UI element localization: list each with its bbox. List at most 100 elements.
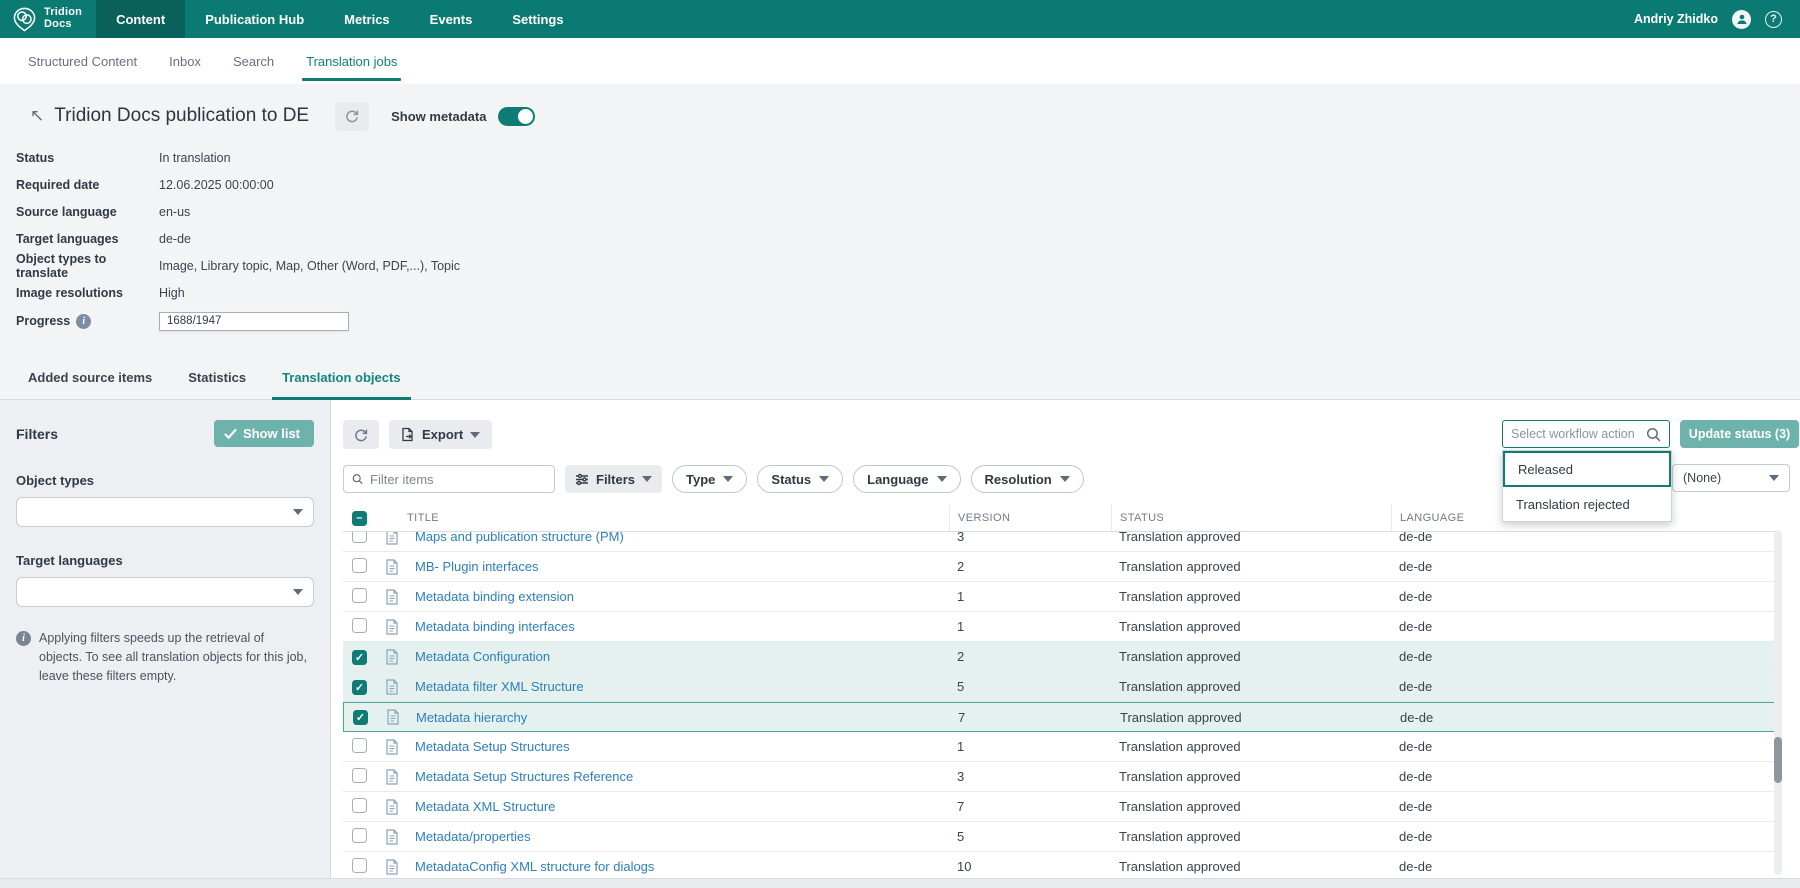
vertical-scrollbar[interactable] (1774, 530, 1782, 875)
row-checkbox[interactable] (352, 558, 367, 573)
metadata-label: Source language (0, 205, 159, 219)
row-checkbox[interactable] (352, 532, 367, 543)
object-title-link[interactable]: MB- Plugin interfaces (415, 559, 539, 574)
chevron-down-icon (470, 432, 480, 438)
workflow-option-translation-rejected[interactable]: Translation rejected (1503, 487, 1671, 521)
show-metadata-toggle[interactable] (498, 107, 535, 126)
row-checkbox[interactable] (353, 710, 368, 725)
object-title-link[interactable]: Metadata Configuration (415, 649, 550, 664)
filters-button[interactable]: Filters (565, 465, 662, 493)
language-cell: de-de (1391, 679, 1776, 694)
select-all-checkbox[interactable] (352, 511, 367, 526)
document-icon (385, 559, 399, 575)
object-title-link[interactable]: Metadata binding interfaces (415, 619, 575, 634)
object-title-link[interactable]: Metadata binding extension (415, 589, 574, 604)
column-header-status[interactable]: STATUS (1111, 505, 1391, 531)
app-logo[interactable]: Tridion Docs (0, 0, 96, 38)
job-tabs: Added source items Statistics Translation … (0, 356, 1800, 400)
row-checkbox[interactable] (352, 650, 367, 665)
tab-added-source-items[interactable]: Added source items (28, 370, 152, 399)
table-row[interactable]: Maps and publication structure (PM) 3 Tr… (343, 532, 1776, 552)
status-cell: Translation approved (1111, 679, 1391, 694)
row-checkbox[interactable] (352, 858, 367, 873)
pill-language[interactable]: Language (853, 465, 960, 493)
workflow-action-input[interactable] (1511, 427, 1640, 441)
object-title-link[interactable]: Metadata/properties (415, 829, 531, 844)
nav-item-content[interactable]: Content (96, 0, 185, 38)
nav-item-metrics[interactable]: Metrics (324, 0, 410, 38)
target-languages-select[interactable] (16, 577, 314, 607)
pill-type[interactable]: Type (672, 465, 747, 493)
row-checkbox[interactable] (352, 680, 367, 695)
row-checkbox[interactable] (352, 828, 367, 843)
object-title-link[interactable]: Metadata Setup Structures Reference (415, 769, 633, 784)
filters-title: Filters (16, 426, 58, 442)
table-row[interactable]: Metadata hierarchy 7 Translation approve… (343, 702, 1776, 732)
metadata-value: de-de (159, 232, 191, 246)
refresh-list-button[interactable] (343, 420, 379, 449)
export-button[interactable]: Export (389, 420, 492, 449)
workflow-action-field (1502, 420, 1670, 448)
subnav-item-inbox[interactable]: Inbox (169, 38, 201, 84)
version-cell: 10 (949, 859, 1111, 874)
update-status-button[interactable]: Update status (3) (1680, 420, 1799, 448)
table-row[interactable]: MB- Plugin interfaces 2 Translation appr… (343, 552, 1776, 582)
object-title-link[interactable]: Metadata XML Structure (415, 799, 555, 814)
scrollbar-thumb[interactable] (1774, 737, 1782, 783)
nav-item-publication-hub[interactable]: Publication Hub (185, 0, 324, 38)
translation-objects-table: TITLE VERSION STATUS LANGUAGE Maps and p… (343, 505, 1776, 878)
object-title-link[interactable]: Metadata filter XML Structure (415, 679, 584, 694)
row-checkbox[interactable] (352, 768, 367, 783)
help-icon[interactable]: ? (1765, 11, 1782, 28)
version-cell: 7 (949, 799, 1111, 814)
metadata-row: Status In translation (0, 144, 1800, 171)
column-header-version[interactable]: VERSION (949, 505, 1111, 531)
nav-item-events[interactable]: Events (410, 0, 493, 38)
back-arrow-icon[interactable]: ↖ (30, 106, 44, 126)
table-row[interactable]: Metadata filter XML Structure 5 Translat… (343, 672, 1776, 702)
nav-item-settings[interactable]: Settings (492, 0, 583, 38)
user-avatar-icon[interactable] (1732, 10, 1751, 29)
subnav-item-search[interactable]: Search (233, 38, 274, 84)
secondary-status-select[interactable]: (None) (1672, 464, 1790, 492)
filter-items-input[interactable] (370, 472, 546, 487)
subnav-item-structured-content[interactable]: Structured Content (28, 38, 137, 84)
metadata-row: Image resolutions High (0, 279, 1800, 306)
object-title-link[interactable]: Metadata Setup Structures (415, 739, 570, 754)
progress-info-icon[interactable]: i (76, 314, 91, 329)
refresh-job-button[interactable] (335, 102, 369, 131)
table-row[interactable]: Metadata Configuration 2 Translation app… (343, 642, 1776, 672)
user-name[interactable]: Andriy Zhidko (1634, 12, 1718, 26)
row-checkbox[interactable] (352, 798, 367, 813)
table-row[interactable]: Metadata binding interfaces 1 Translatio… (343, 612, 1776, 642)
table-row[interactable]: Metadata XML Structure 7 Translation app… (343, 792, 1776, 822)
object-title-link[interactable]: Metadata hierarchy (416, 710, 527, 725)
table-row[interactable]: Metadata/properties 5 Translation approv… (343, 822, 1776, 852)
row-checkbox[interactable] (352, 738, 367, 753)
show-list-button[interactable]: Show list (214, 420, 314, 447)
object-title-link[interactable]: Maps and publication structure (PM) (415, 532, 624, 544)
row-checkbox[interactable] (352, 618, 367, 633)
column-header-title[interactable]: TITLE (407, 505, 949, 531)
table-row[interactable]: MetadataConfig XML structure for dialogs… (343, 852, 1776, 878)
pill-resolution[interactable]: Resolution (971, 465, 1084, 493)
object-title-link[interactable]: MetadataConfig XML structure for dialogs (415, 859, 654, 874)
document-icon (385, 739, 399, 755)
table-row[interactable]: Metadata Setup Structures 1 Translation … (343, 732, 1776, 762)
status-cell: Translation approved (1111, 829, 1391, 844)
subnav-item-translation-jobs[interactable]: Translation jobs (306, 38, 397, 84)
metadata-row: Target languages de-de (0, 225, 1800, 252)
tab-statistics[interactable]: Statistics (188, 370, 246, 399)
tab-translation-objects[interactable]: Translation objects (282, 370, 400, 399)
pill-status[interactable]: Status (757, 465, 843, 493)
object-types-select[interactable] (16, 497, 314, 527)
version-cell: 1 (949, 739, 1111, 754)
workflow-option-released[interactable]: Released (1503, 451, 1671, 487)
table-row[interactable]: Metadata Setup Structures Reference 3 Tr… (343, 762, 1776, 792)
table-row[interactable]: Metadata binding extension 1 Translation… (343, 582, 1776, 612)
row-checkbox[interactable] (352, 588, 367, 603)
job-header: ↖ Tridion Docs publication to DE Show me… (0, 84, 1800, 400)
filters-info-text: Applying filters speeds up the retrieval… (39, 629, 310, 685)
language-cell: de-de (1391, 649, 1776, 664)
filter-items-search (343, 465, 555, 493)
